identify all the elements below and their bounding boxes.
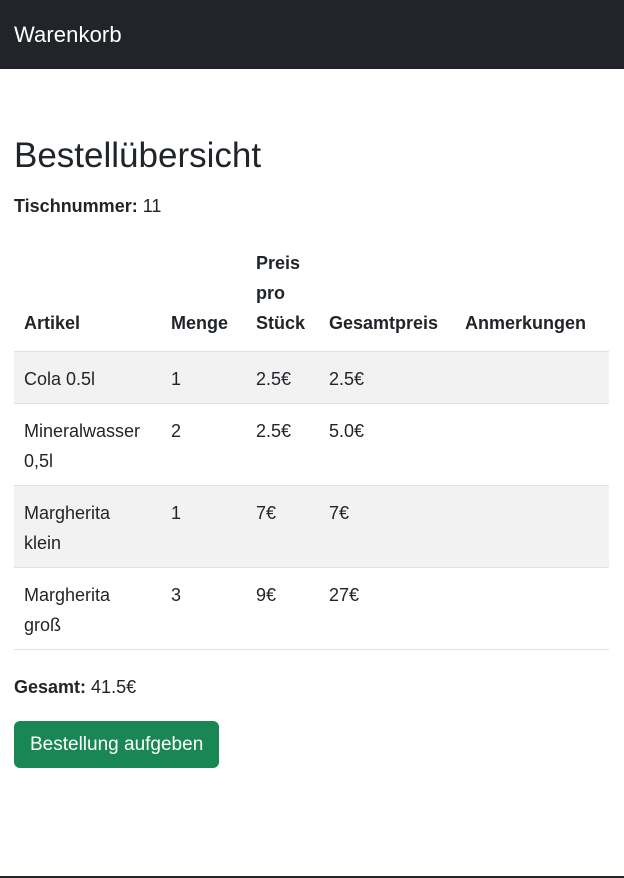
column-header-artikel: Artikel	[14, 248, 161, 352]
cell-artikel: Mineralwasser 0,5l	[14, 403, 161, 486]
cell-menge: 2	[161, 403, 246, 486]
table-header-row: Artikel Menge Preis pro Stück Gesamtprei…	[14, 248, 609, 352]
cell-menge: 1	[161, 351, 246, 404]
cell-anmerkungen	[455, 567, 609, 650]
cell-anmerkungen	[455, 403, 609, 486]
column-header-menge: Menge	[161, 248, 246, 352]
main-content: Bestellübersicht Tischnummer: 11 Artikel…	[0, 135, 624, 768]
column-header-anmerkungen: Anmerkungen	[455, 248, 609, 352]
table-row: Mineralwasser 0,5l 2 2.5€ 5.0€	[14, 403, 609, 486]
total-label: Gesamt:	[14, 677, 87, 697]
page-title: Bestellübersicht	[14, 136, 262, 175]
cell-artikel: Margherita groß	[14, 567, 161, 650]
navbar: Warenkorb	[0, 0, 624, 69]
cell-preis: 2.5€	[246, 351, 319, 404]
column-header-gesamtpreis: Gesamtpreis	[319, 248, 455, 352]
cell-gesamtpreis: 5.0€	[319, 403, 455, 486]
cell-preis: 7€	[246, 485, 319, 568]
table-number: Tischnummer: 11	[14, 194, 609, 218]
table-row: Cola 0.5l 1 2.5€ 2.5€	[14, 351, 609, 404]
table-row: Margherita groß 3 9€ 27€	[14, 567, 609, 650]
cell-artikel: Cola 0.5l	[14, 351, 161, 404]
cell-menge: 1	[161, 485, 246, 568]
cell-artikel: Margherita klein	[14, 485, 161, 568]
cell-anmerkungen	[455, 351, 609, 404]
table-number-value: 11	[142, 196, 162, 216]
navbar-brand[interactable]: Warenkorb	[14, 22, 122, 48]
cell-preis: 2.5€	[246, 403, 319, 486]
table-number-label: Tischnummer:	[14, 196, 138, 216]
cell-gesamtpreis: 2.5€	[319, 351, 455, 404]
order-total: Gesamt: 41.5€	[14, 675, 609, 699]
total-value: 41.5€	[91, 677, 137, 697]
cell-anmerkungen	[455, 485, 609, 568]
cell-menge: 3	[161, 567, 246, 650]
cell-preis: 9€	[246, 567, 319, 650]
order-table: Artikel Menge Preis pro Stück Gesamtprei…	[14, 248, 609, 650]
place-order-button[interactable]: Bestellung aufgeben	[14, 721, 220, 768]
column-header-preis-pro-stueck: Preis pro Stück	[246, 248, 319, 352]
cell-gesamtpreis: 7€	[319, 485, 455, 568]
cell-gesamtpreis: 27€	[319, 567, 455, 650]
table-row: Margherita klein 1 7€ 7€	[14, 485, 609, 568]
